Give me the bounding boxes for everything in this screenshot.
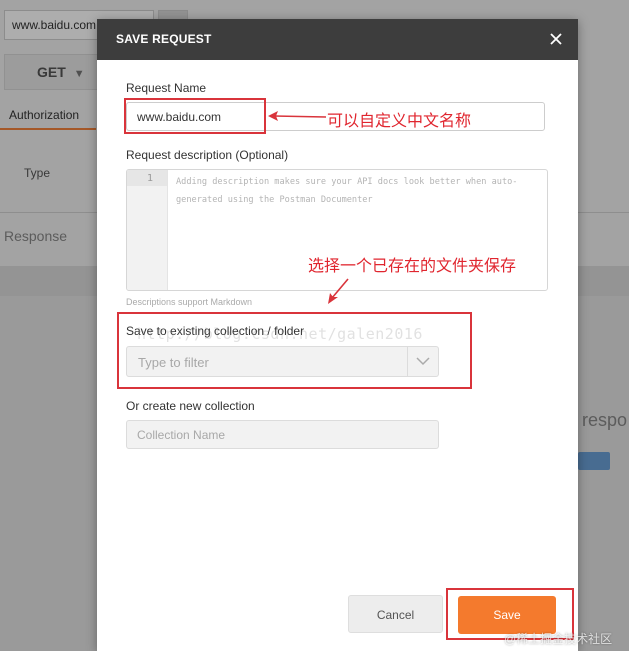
name-annotation: 可以自定义中文名称 [327,111,472,130]
cancel-button[interactable]: Cancel [348,595,443,633]
footer-watermark: @稀土掘金技术社区 [504,632,613,646]
description-placeholder: Adding description makes sure your API d… [176,177,518,205]
collection-name-input[interactable] [126,420,439,449]
modal-header: SAVE REQUEST [97,19,578,60]
editor-gutter [127,170,168,290]
description-hint: Descriptions support Markdown [126,297,253,307]
modal-title: SAVE REQUEST [116,32,212,46]
request-name-highlight [124,98,266,134]
line-number: 1 [146,173,153,184]
description-label: Request description (Optional) [126,148,289,162]
collection-annotation: 选择一个已存在的文件夹保存 [308,256,517,275]
request-name-label: Request Name [126,81,207,95]
collection-highlight [117,312,472,389]
arrow-icon [328,278,349,304]
new-collection-label: Or create new collection [126,399,255,413]
arrow-icon [268,111,327,121]
close-icon[interactable] [545,28,567,50]
